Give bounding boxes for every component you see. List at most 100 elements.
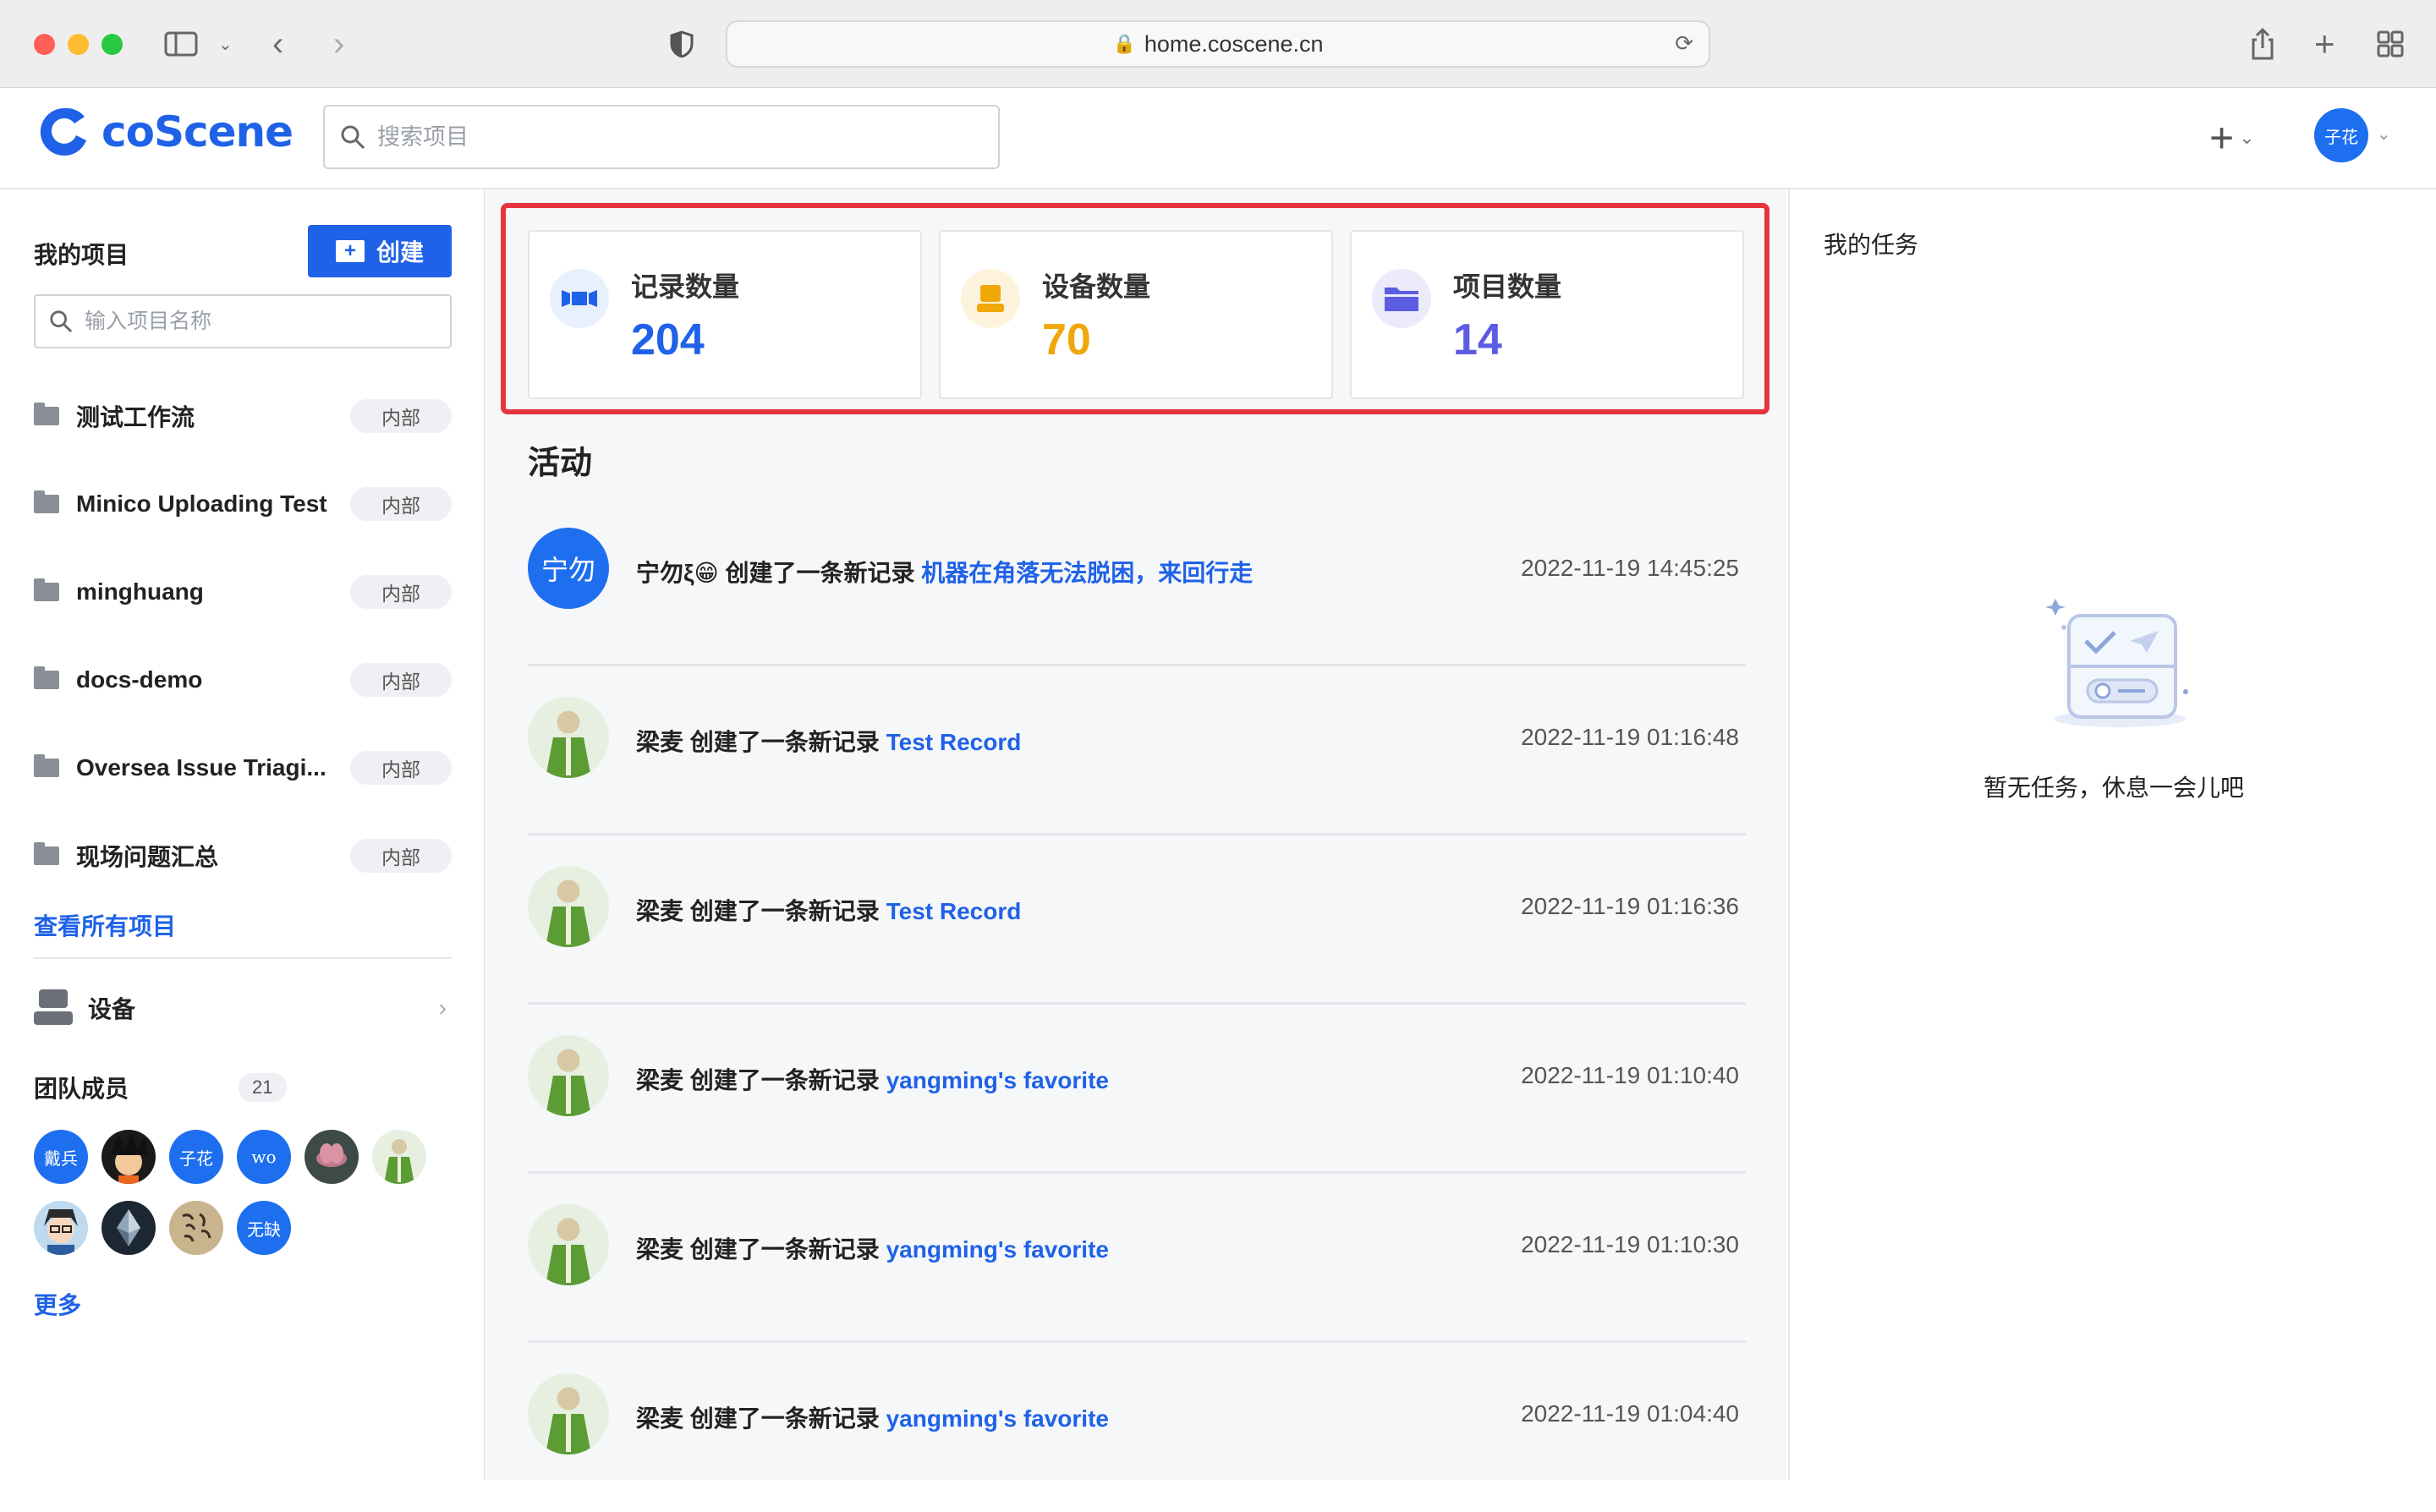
user-avatar[interactable] (528, 1035, 609, 1116)
activity-item: 梁麦 创建了一条新记录 yangming's favorite 2022-11-… (528, 1174, 1746, 1343)
more-members-link[interactable]: 更多 (34, 1287, 81, 1321)
activity-text: 梁麦 创建了一条新记录 yangming's favorite (636, 1062, 1109, 1096)
project-name-search[interactable] (34, 294, 452, 348)
project-item[interactable]: 测试工作流 内部 (34, 372, 452, 460)
user-avatar[interactable] (528, 866, 609, 947)
project-name: Minico Uploading Test (76, 490, 327, 517)
member-avatar[interactable]: wo (237, 1130, 291, 1184)
logo-text: coScene (102, 107, 294, 156)
chevron-down-icon: ⌄ (2239, 127, 2255, 148)
reload-icon[interactable]: ⟳ (1675, 30, 1693, 57)
member-avatar[interactable]: 戴兵 (34, 1130, 88, 1184)
devices-nav-item[interactable]: 设备 › (34, 984, 452, 1032)
member-avatar[interactable] (304, 1130, 359, 1184)
activity-user: 梁麦 (636, 898, 684, 924)
project-item[interactable]: 现场问题汇总 内部 (34, 812, 452, 900)
folder-icon (34, 403, 59, 425)
search-icon (50, 310, 73, 333)
record-icon (550, 269, 609, 328)
user-avatar[interactable]: 宁勿 (528, 528, 609, 609)
record-link[interactable]: yangming's favorite (886, 1236, 1109, 1263)
record-link[interactable]: 机器在角落无法脱困，来回行走 (921, 560, 1253, 586)
visibility-badge: 内部 (350, 575, 452, 609)
activity-text: 梁麦 创建了一条新记录 yangming's favorite (636, 1231, 1109, 1265)
record-link[interactable]: Test Record (886, 729, 1022, 755)
activity-item: 梁麦 创建了一条新记录 yangming's favorite 2022-11-… (528, 1005, 1746, 1174)
project-name: Oversea Issue Triagi... (76, 754, 326, 781)
member-avatar[interactable] (372, 1130, 426, 1184)
activity-time: 2022-11-19 01:04:40 (1521, 1400, 1739, 1427)
record-link[interactable]: yangming's favorite (886, 1067, 1109, 1093)
left-sidebar: 我的项目 + 创建 测试工作流内部 Minico Uploading Test内… (0, 189, 486, 1480)
shield-icon[interactable] (670, 25, 694, 63)
record-count-card[interactable]: 记录数量 204 (528, 230, 922, 399)
team-members-header: 团队成员 21 (34, 1071, 287, 1104)
tab-overview-icon[interactable] (2377, 25, 2404, 63)
my-projects-title: 我的项目 (34, 242, 129, 268)
plus-icon: + (2209, 114, 2235, 162)
minimize-window-button[interactable] (68, 34, 89, 55)
user-avatar[interactable] (528, 1373, 609, 1454)
browser-toolbar: ⌄ ‹ › 🔒 home.coscene.cn ⟳ + (0, 0, 2436, 88)
create-label: 创建 (376, 239, 424, 266)
device-icon (961, 269, 1020, 328)
user-avatar[interactable]: 子花 (2314, 108, 2368, 162)
view-all-projects-link[interactable]: 查看所有项目 (34, 908, 176, 942)
activity-item: 宁勿 宁勿ξ😁 创建了一条新记录 机器在角落无法脱困，来回行走 2022-11-… (528, 497, 1746, 666)
activity-item: 梁麦 创建了一条新记录 Test Record 2022-11-19 01:16… (528, 666, 1746, 835)
stat-value: 204 (631, 315, 705, 364)
chevron-down-icon[interactable]: ⌄ (218, 25, 233, 63)
member-avatar[interactable]: 无缺 (237, 1201, 291, 1255)
address-bar[interactable]: 🔒 home.coscene.cn ⟳ (726, 20, 1710, 68)
user-avatar[interactable] (528, 697, 609, 778)
add-menu-button[interactable]: + ⌄ (2209, 113, 2255, 162)
activity-text: 梁麦 创建了一条新记录 Test Record (636, 893, 1021, 927)
user-avatar[interactable] (528, 1204, 609, 1285)
activity-time: 2022-11-19 01:16:48 (1521, 724, 1739, 750)
activity-item: 梁麦 创建了一条新记录 yangming's favorite 2022-11-… (528, 1343, 1746, 1512)
empty-tasks-illustration (2045, 599, 2188, 727)
activity-user: 宁勿ξ😁 (636, 560, 719, 586)
activity-action: 创建了一条新记录 (725, 560, 915, 586)
project-name: 现场问题汇总 (76, 844, 219, 870)
empty-tasks-text: 暂无任务，休息一会儿吧 (1983, 775, 2244, 801)
member-avatar[interactable] (34, 1201, 88, 1255)
activity-time: 2022-11-19 01:16:36 (1521, 893, 1739, 919)
project-item[interactable]: docs-demo 内部 (34, 636, 452, 724)
record-link[interactable]: Test Record (886, 898, 1022, 924)
back-icon[interactable]: ‹ (272, 25, 283, 63)
stat-label: 记录数量 (631, 271, 740, 302)
member-avatar[interactable] (102, 1201, 156, 1255)
project-item[interactable]: minghuang 内部 (34, 548, 452, 636)
search-input[interactable] (377, 123, 969, 151)
create-project-button[interactable]: + 创建 (308, 225, 452, 277)
member-avatar[interactable]: 子花 (169, 1130, 223, 1184)
member-avatar[interactable] (102, 1130, 156, 1184)
share-icon[interactable] (2250, 25, 2275, 63)
search-icon (341, 125, 365, 150)
project-name-input[interactable] (85, 309, 440, 334)
activity-text: 梁麦 创建了一条新记录 yangming's favorite (636, 1400, 1109, 1434)
project-search-box[interactable] (323, 105, 1000, 169)
chevron-right-icon: › (438, 994, 447, 1021)
stat-value: 14 (1453, 315, 1502, 364)
project-count-card[interactable]: 项目数量 14 (1350, 230, 1744, 399)
chevron-down-icon[interactable]: ⌄ (2377, 123, 2391, 145)
logo[interactable]: coScene (37, 105, 294, 159)
activity-user: 梁麦 (636, 1067, 684, 1093)
new-tab-icon[interactable]: + (2314, 24, 2335, 63)
visibility-badge: 内部 (350, 839, 452, 873)
project-item[interactable]: Minico Uploading Test 内部 (34, 460, 452, 548)
folder-icon (34, 842, 59, 865)
record-link[interactable]: yangming's favorite (886, 1405, 1109, 1432)
divider (34, 957, 452, 959)
my-tasks-title: 我的任务 (1824, 232, 1919, 258)
device-count-card[interactable]: 设备数量 70 (939, 230, 1333, 399)
project-item[interactable]: Oversea Issue Triagi... 内部 (34, 724, 452, 812)
close-window-button[interactable] (34, 34, 55, 55)
maximize-window-button[interactable] (102, 34, 123, 55)
activity-action: 创建了一条新记录 (689, 1236, 880, 1263)
sidebar-toggle-icon[interactable] (164, 25, 198, 63)
forward-icon[interactable]: › (333, 25, 344, 63)
member-avatar[interactable] (169, 1201, 223, 1255)
